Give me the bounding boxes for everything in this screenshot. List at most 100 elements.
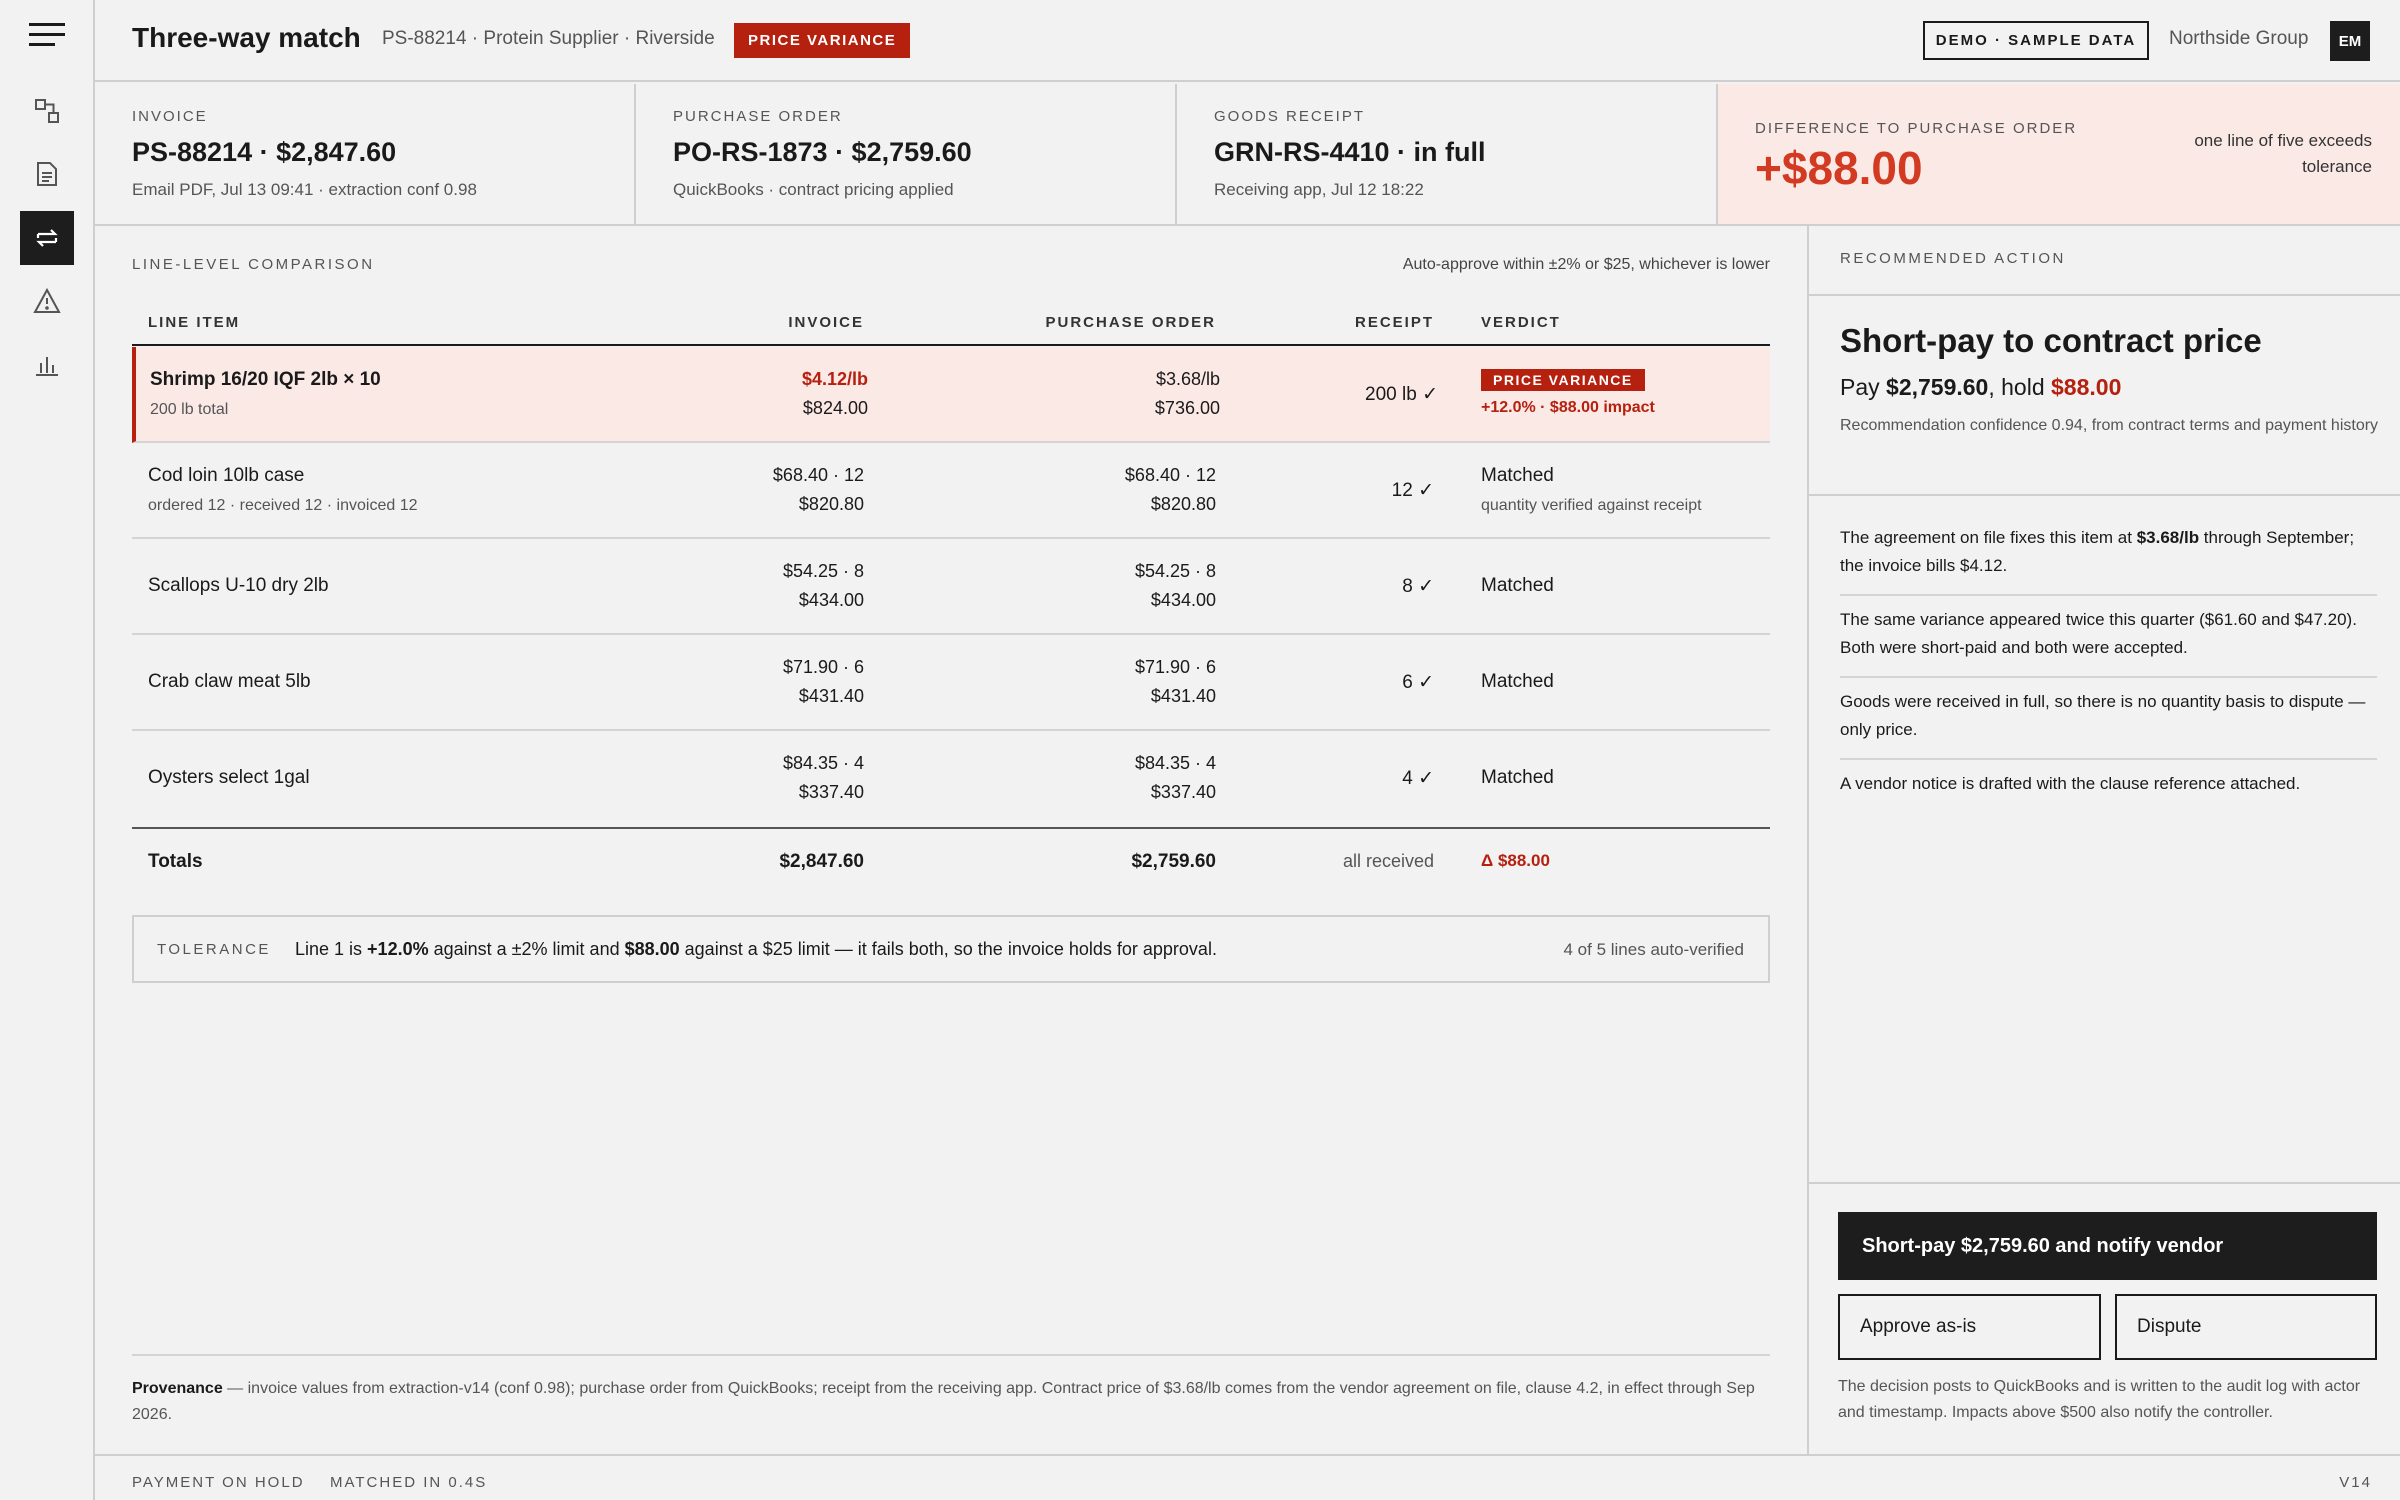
tolerance-text: Line 1 is +12.0% against a ±2% limit and… [295,939,1217,960]
po-total: $820.80 [1150,494,1216,514]
invoice-cell: $71.90 · 6 $431.40 [783,653,864,711]
po-total: $434.00 [1150,590,1216,610]
po-unit: $68.40 · 12 [1124,465,1216,485]
po-label: PURCHASE ORDER [673,108,843,125]
decision-footnote: The decision posts to QuickBooks and is … [1838,1378,2361,1421]
org-name[interactable]: Northside Group [2169,28,2308,50]
line-item-meta: 200 lb total [150,401,229,418]
table-row[interactable]: Shrimp 16/20 IQF 2lb × 10 200 lb total $… [132,347,1770,443]
dispute-button[interactable]: Dispute [2115,1294,2377,1360]
totals-invoice: $2,847.60 [779,851,864,872]
verdict-text: Matched [1481,767,1554,788]
receipt-cell: 6 ✓ [1402,672,1434,693]
line-item-cell: Cod loin 10lb case ordered 12 · received… [148,465,418,515]
difference-summary: DIFFERENCE TO PURCHASE ORDER +$88.00 one… [1718,84,2400,224]
verdict-meta: quantity verified against receipt [1481,497,1702,514]
alert-icon[interactable] [20,274,74,328]
po-meta: QuickBooks · contract pricing applied [673,180,954,199]
receipt-summary[interactable]: GOODS RECEIPT GRN-RS-4410 · in full Rece… [1177,84,1718,224]
invoice-meta: Email PDF, Jul 13 09:41 · extraction con… [132,180,477,199]
verdict-text: Matched [1481,465,1554,486]
status-badge: PRICE VARIANCE [734,23,911,58]
recommendation-confidence: Recommendation confidence 0.94, from con… [1840,417,2379,434]
table-row[interactable]: Oysters select 1gal $84.35 · 4 $337.40 $… [132,731,1770,827]
workflow-icon[interactable] [20,84,74,138]
recommendation-title: Short-pay to contract price [1840,322,2262,359]
provenance-label: Provenance [132,1380,223,1397]
invoice-cell: $68.40 · 12 $820.80 [773,461,864,519]
col-receipt: RECEIPT [1354,314,1434,331]
page-title: Three-way match [132,22,361,53]
table-header: LINE ITEM INVOICE PURCHASE ORDER RECEIPT… [132,296,1770,346]
table-row[interactable]: Cod loin 10lb case ordered 12 · received… [132,443,1770,539]
table-row[interactable]: Scallops U-10 dry 2lb $54.25 · 8 $434.00… [132,539,1770,635]
tolerance-box: TOLERANCE Line 1 is +12.0% against a ±2%… [132,915,1770,983]
verdict-text: Matched [1481,575,1554,596]
po-unit: $71.90 · 6 [1134,657,1216,677]
line-item-meta: ordered 12 · received 12 · invoiced 12 [148,497,418,514]
avatar[interactable]: EM [2330,21,2370,61]
po-unit: $54.25 · 8 [1134,561,1216,581]
document-icon[interactable] [20,147,74,201]
comparison-panel: LINE-LEVEL COMPARISON Auto-approve withi… [95,226,1807,1454]
invoice-total: $337.40 [798,782,864,802]
divider [1809,494,2400,496]
invoice-cell: $84.35 · 4 $337.40 [783,749,864,807]
recommendation-label: RECOMMENDED ACTION [1809,226,2400,296]
verdict-cell: Matched quantity verified against receip… [1481,465,1702,515]
approve-button[interactable]: Approve as-is [1838,1294,2101,1360]
invoice-unit: $4.12/lb [801,369,868,389]
verdict-cell: PRICE VARIANCE +12.0% · $88.00 impact [1481,369,1655,417]
receipt-cell: 200 lb ✓ [1365,384,1438,405]
line-item-cell: Shrimp 16/20 IQF 2lb × 10 200 lb total [150,369,381,419]
po-unit: $3.68/lb [1155,369,1220,389]
menu-icon[interactable] [20,8,74,62]
receipt-cell: 4 ✓ [1402,768,1434,789]
verdict-text: Matched [1481,671,1554,692]
tolerance-part: against a $25 limit — it fails both, so … [679,939,1217,959]
receipt-cell: 12 ✓ [1391,480,1434,501]
invoice-total: $431.40 [798,686,864,706]
invoice-total: $824.00 [802,398,868,418]
provenance-text: — invoice values from extraction-v14 (co… [132,1380,1755,1423]
tolerance-part: Line 1 is [295,939,368,959]
summary-strip: INVOICE PS-88214 · $2,847.60 Email PDF, … [95,84,2400,226]
invoice-summary[interactable]: INVOICE PS-88214 · $2,847.60 Email PDF, … [95,84,636,224]
match-time: MATCHED IN 0.4S [330,1474,488,1491]
receipt-cell: 8 ✓ [1402,576,1434,597]
line-item-name: Cod loin 10lb case [148,465,305,486]
po-cell: $3.68/lb $736.00 [1155,365,1220,423]
reason-item: Goods were received in full, so there is… [1840,678,2377,760]
col-line-item: LINE ITEM [148,314,241,331]
invoice-unit: $71.90 · 6 [782,657,864,677]
demo-badge: DEMO · SAMPLE DATA [1923,21,2149,60]
tolerance-amount: $88.00 [624,939,680,959]
tolerance-percent: +12.0% [367,939,429,959]
totals-po: $2,759.60 [1131,851,1216,872]
po-summary[interactable]: PURCHASE ORDER PO-RS-1873 · $2,759.60 Qu… [636,84,1177,224]
pay-prefix: Pay [1840,374,1887,400]
short-pay-button[interactable]: Short-pay $2,759.60 and notify vendor [1838,1212,2377,1280]
receipt-meta: Receiving app, Jul 12 18:22 [1214,180,1424,199]
table-row[interactable]: Crab claw meat 5lb $71.90 · 6 $431.40 $7… [132,635,1770,731]
auto-verified-count: 4 of 5 lines auto-verified [1563,940,1745,959]
receipt-label: GOODS RECEIPT [1214,108,1366,125]
invoice-cell: $4.12/lb $824.00 [802,365,868,423]
line-item-name: Scallops U-10 dry 2lb [148,575,329,596]
hold-amount: $88.00 [2051,374,2122,400]
invoice-unit: $68.40 · 12 [772,465,864,485]
po-cell: $84.35 · 4 $337.40 [1135,749,1216,807]
po-total: $431.40 [1150,686,1216,706]
status-bar: PAYMENT ON HOLD MATCHED IN 0.4S V14 [95,1454,2400,1500]
header: Three-way match PS-88214 · Protein Suppl… [95,0,2400,82]
chart-icon[interactable] [20,337,74,391]
recommendation-summary: Short-pay to contract price Pay $2,759.6… [1840,322,2380,439]
reasons-list: The agreement on file fixes this item at… [1840,514,2377,812]
match-icon[interactable] [20,211,74,265]
line-item-name: Crab claw meat 5lb [148,671,311,692]
reason-item: A vendor notice is drafted with the clau… [1840,774,2301,793]
totals-delta: Δ $88.00 [1481,851,1550,870]
po-cell: $71.90 · 6 $431.40 [1135,653,1216,711]
totals-row: Totals $2,847.60 $2,759.60 all received … [132,827,1770,895]
reason-price: $3.68/lb [2136,528,2200,547]
